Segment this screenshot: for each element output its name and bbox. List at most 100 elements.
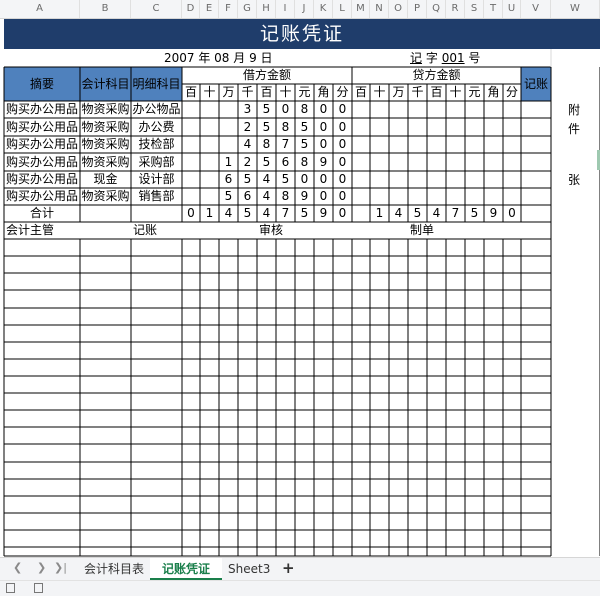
row-5-debit-1 [200, 188, 219, 205]
row-4-debit-7: 0 [319, 172, 328, 186]
column-header-u[interactable]: U [503, 0, 521, 18]
total-debit-2: 4 [224, 206, 233, 220]
column-header-e[interactable]: E [200, 0, 219, 18]
row-5-debit-0 [182, 188, 200, 205]
debit-unit-2: 万 [222, 85, 235, 99]
column-header-i[interactable]: I [276, 0, 295, 18]
row-5-debit-4: 4 [262, 189, 271, 203]
debit-unit-1: 十 [203, 85, 216, 99]
row-0-debit-0 [182, 101, 200, 118]
row-5-debit-7: 0 [319, 189, 328, 203]
attachment-label-3: 张 [568, 173, 581, 187]
row-1-debit-1 [200, 118, 219, 136]
header-account: 会计科目 [81, 77, 130, 91]
row-1-detail: 办公费 [138, 120, 175, 134]
row-0-debit-4: 5 [262, 102, 271, 116]
header-posted: 记账 [523, 77, 548, 91]
total-credit-8: 0 [508, 206, 516, 220]
row-1-debit-8: 0 [338, 120, 347, 134]
header-summary: 摘要 [29, 77, 54, 91]
column-header-t[interactable]: T [484, 0, 503, 18]
column-header-j[interactable]: J [295, 0, 314, 18]
total-credit-2: 4 [394, 206, 403, 220]
voucher-date: 2007 年 08 月 9 日 [164, 51, 273, 65]
column-header-o[interactable]: O [389, 0, 408, 18]
column-header-r[interactable]: R [446, 0, 465, 18]
page-icon[interactable] [34, 583, 43, 593]
column-header-m[interactable]: M [352, 0, 370, 18]
column-header-w[interactable]: W [551, 0, 600, 18]
column-header-bar: ABCDEFGHIJKLMNOPQRSTUVW [0, 0, 600, 19]
column-header-q[interactable]: Q [427, 0, 446, 18]
row-0-debit-8: 0 [338, 102, 347, 116]
row-2-debit-8: 0 [338, 137, 347, 151]
signature-0: 会计主管 [6, 223, 55, 237]
row-4-summary: 购买办公用品 [5, 172, 78, 186]
total-label: 合计 [29, 206, 54, 220]
row-1-debit-4: 5 [262, 120, 271, 134]
row-1-debit-0 [182, 118, 200, 136]
header-credit: 贷方金额 [412, 68, 461, 82]
row-3-debit-7: 9 [319, 155, 328, 169]
row-3-debit-6: 8 [300, 155, 309, 169]
column-header-g[interactable]: G [238, 0, 257, 18]
row-2-summary: 购买办公用品 [5, 137, 78, 151]
row-0-debit-7: 0 [319, 102, 328, 116]
column-header-k[interactable]: K [314, 0, 333, 18]
row-5-debit-3: 6 [243, 189, 252, 203]
header-debit: 借方金额 [242, 68, 291, 82]
row-0-debit-3: 3 [243, 102, 252, 116]
row-1-summary: 购买办公用品 [5, 120, 78, 134]
row-2-debit-2 [219, 136, 238, 153]
column-header-b[interactable]: B [80, 0, 131, 18]
debit-unit-6: 元 [298, 85, 311, 99]
row-2-debit-6: 5 [300, 137, 309, 151]
row-1-debit-7: 0 [319, 120, 328, 134]
date-line: 2007 年 08 月 9 日 记 字 001 号 [4, 50, 600, 67]
status-bar [0, 580, 600, 596]
last-sheet-icon[interactable]: ❯| [54, 561, 67, 574]
total-debit-8: 0 [338, 206, 347, 220]
tab-voucher[interactable]: 记账凭证 [150, 558, 223, 580]
next-sheet-icon[interactable]: ❯ [37, 561, 46, 574]
column-header-p[interactable]: P [408, 0, 427, 18]
row-2-account: 物资采购 [81, 137, 130, 151]
row-0-debit-2 [219, 101, 238, 118]
credit-unit-7: 角 [487, 85, 500, 99]
row-2-detail: 技检部 [138, 137, 175, 151]
column-header-h[interactable]: H [257, 0, 276, 18]
total-credit-0 [352, 205, 370, 222]
debit-unit-7: 角 [317, 85, 330, 99]
column-header-v[interactable]: V [521, 0, 551, 18]
row-3-debit-8: 0 [338, 155, 347, 169]
signature-1: 记账 [133, 223, 158, 237]
row-0-detail: 办公物品 [132, 102, 181, 116]
column-header-l[interactable]: L [333, 0, 352, 18]
debit-unit-4: 百 [260, 85, 273, 99]
column-header-f[interactable]: F [219, 0, 238, 18]
document-icon[interactable] [6, 583, 15, 593]
row-0-debit-5: 0 [281, 102, 290, 116]
row-5-debit-5: 8 [281, 189, 290, 203]
credit-unit-8: 分 [505, 85, 518, 99]
row-5-debit-6: 9 [300, 189, 309, 203]
tab-account-list[interactable]: 会计科目表 [72, 558, 156, 580]
row-1-account: 物资采购 [81, 120, 130, 134]
tab-sheet3[interactable]: Sheet3 [216, 558, 282, 580]
row-0-debit-6: 8 [300, 102, 309, 116]
column-header-n[interactable]: N [370, 0, 389, 18]
column-header-d[interactable]: D [182, 0, 200, 18]
column-header-a[interactable]: A [0, 0, 80, 18]
total-debit-7: 9 [319, 206, 328, 220]
row-5-detail: 销售部 [138, 189, 175, 203]
total-credit-3: 5 [413, 206, 422, 220]
add-sheet-icon[interactable]: + [282, 559, 295, 577]
row-3-summary: 购买办公用品 [5, 155, 78, 169]
column-header-c[interactable]: C [131, 0, 182, 18]
row-4-debit-4: 4 [262, 172, 271, 186]
first-sheet-icon[interactable]: ❮ [13, 561, 22, 574]
row-3-account: 物资采购 [81, 155, 130, 169]
row-3-debit-5: 6 [281, 155, 290, 169]
column-header-s[interactable]: S [465, 0, 484, 18]
row-5-debit-2: 5 [224, 189, 233, 203]
